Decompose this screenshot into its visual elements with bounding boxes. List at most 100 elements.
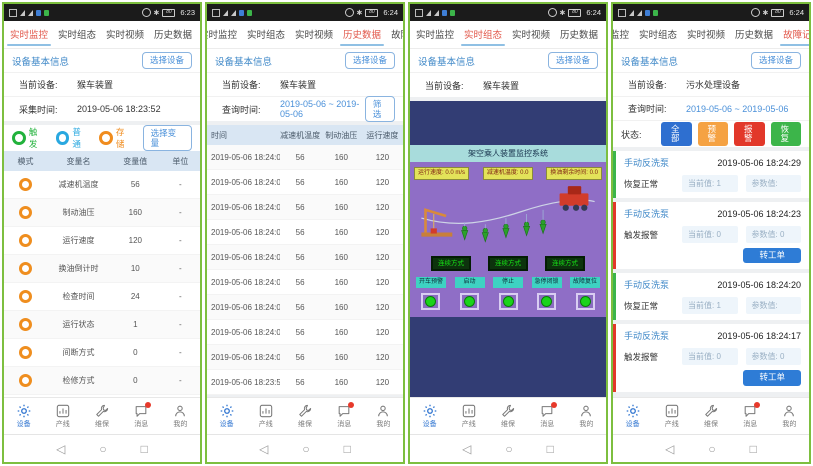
nav-profile[interactable]: 我的 [567,404,606,429]
fault-record-card[interactable]: 手动反洗泵 2019-05-06 18:24:29 恢复正常 当前值: 1 参数… [613,151,809,198]
table-row[interactable]: 2019-05-06 18:24:0256160120 [207,295,403,320]
wrench-icon [501,404,515,418]
tab-realtime-video[interactable]: 实时视频 [106,21,144,49]
device-info-card: 设备基本信息 选择设备 当前设备: 猴车装置 查询时间: 2019-05-06 … [207,49,403,121]
home-button[interactable]: ○ [302,442,309,456]
table-row[interactable]: 运行速度120- [4,227,200,255]
table-row[interactable]: 2019-05-06 18:24:0456160120 [207,245,403,270]
tab-realtime-video[interactable]: 实时视频 [512,21,550,49]
create-work-order-button[interactable]: 转工单 [743,370,801,385]
recents-button[interactable]: □ [344,442,351,456]
nav-messages[interactable]: 消息 [122,404,161,429]
table-row[interactable]: 2019-05-06 18:24:0556160120 [207,220,403,245]
table-row[interactable]: 2019-05-06 18:23:5956160120 [207,370,403,395]
nav-maintenance[interactable]: 维保 [488,404,527,429]
tab-realtime-config[interactable]: 实时组态 [58,21,96,49]
nav-production-line[interactable]: 产线 [449,404,488,429]
filter-button[interactable]: 筛选 [365,96,395,122]
query-range[interactable]: 2019-05-06 ~ 2019-05-06 [686,104,788,114]
table-row[interactable]: 检修方式0- [4,367,200,395]
tab-history-data[interactable]: 历史数据 [154,21,192,49]
tab-realtime-monitor[interactable]: 实时监控 [10,21,48,49]
filter-alarm-button[interactable]: 报警 [734,122,765,147]
nav-maintenance[interactable]: 维保 [285,404,324,429]
recents-button[interactable]: □ [141,442,148,456]
table-row[interactable]: 2019-05-06 18:24:0356160120 [207,270,403,295]
nav-maintenance[interactable]: 维保 [82,404,121,429]
nav-production-line[interactable]: 产线 [652,404,691,429]
bar-chart-icon [462,404,476,418]
table-row[interactable]: 2019-05-06 18:24:0156160120 [207,320,403,345]
recents-button[interactable]: □ [547,442,554,456]
nav-device[interactable]: 设备 [410,404,449,429]
home-button[interactable]: ○ [505,442,512,456]
recents-button[interactable]: □ [750,442,757,456]
tab-realtime-monitor[interactable]: 实时监控 [416,21,454,49]
nav-messages[interactable]: 消息 [528,404,567,429]
table-row[interactable]: 2019-05-06 18:24:0756160120 [207,170,403,195]
filter-warning-button[interactable]: 预警 [698,122,729,147]
table-row[interactable]: 减速机温度56- [4,171,200,199]
tab-realtime-video[interactable]: 实时视频 [295,21,333,49]
storage-legend-icon [99,131,113,145]
tab-realtime-config[interactable]: 实时组态 [639,21,677,49]
select-device-button[interactable]: 选择设备 [345,52,395,68]
select-device-button[interactable]: 选择设备 [751,52,801,68]
nav-messages[interactable]: 消息 [325,404,364,429]
tab-history-data[interactable]: 历史数据 [343,21,381,49]
back-button[interactable]: ◁ [259,442,268,456]
tab-fault-record[interactable]: 故障记录 [783,21,809,49]
query-range[interactable]: 2019-05-06 ~ 2019-05-06 [280,99,365,119]
nav-device[interactable]: 设备 [207,404,246,429]
select-device-button[interactable]: 选择设备 [142,52,192,68]
back-button[interactable]: ◁ [462,442,471,456]
nav-production-line[interactable]: 产线 [246,404,285,429]
table-row[interactable]: 检查时间24- [4,283,200,311]
device-label: 当前设备: [425,79,483,92]
indicator-button[interactable] [460,293,479,310]
indicator-button[interactable] [421,293,440,310]
nav-profile[interactable]: 我的 [161,404,200,429]
nav-device[interactable]: 设备 [4,404,43,429]
indicator-button[interactable] [499,293,518,310]
nav-production-line[interactable]: 产线 [43,404,82,429]
tab-realtime-config[interactable]: 实时组态 [464,21,502,49]
indicator-button[interactable] [576,293,595,310]
table-row[interactable]: 2019-05-06 18:24:0856160120 [207,145,403,170]
table-row[interactable]: 2019-05-06 18:24:0056160120 [207,345,403,370]
select-device-button[interactable]: 选择设备 [548,52,598,68]
fault-record-card[interactable]: 手动反洗泵 2019-05-06 18:24:17 触发报警 当前值: 0 参数… [613,324,809,391]
table-row[interactable]: 间断方式0- [4,339,200,367]
nav-messages[interactable]: 消息 [731,404,770,429]
tab-realtime-video[interactable]: 实时视频 [687,21,725,49]
back-button[interactable]: ◁ [56,442,65,456]
device-label: 当前设备: [222,78,280,91]
create-work-order-button[interactable]: 转工单 [743,248,801,263]
table-row[interactable]: 2019-05-06 18:24:0656160120 [207,195,403,220]
tab-fault-record[interactable]: 故障记录 [391,21,403,49]
home-button[interactable]: ○ [708,442,715,456]
tab-realtime-config[interactable]: 实时组态 [247,21,285,49]
filter-all-button[interactable]: 全部 [661,122,692,147]
indicator-button[interactable] [537,293,556,310]
tab-realtime-monitor[interactable]: 实时监控 [207,21,237,49]
home-button[interactable]: ○ [99,442,106,456]
nav-maintenance[interactable]: 维保 [691,404,730,429]
scada-indicator-buttons [414,293,602,310]
back-button[interactable]: ◁ [665,442,674,456]
table-row[interactable]: 制动油压160- [4,199,200,227]
table-row[interactable]: 运行状态1- [4,311,200,339]
nav-profile[interactable]: 我的 [770,404,809,429]
nav-profile[interactable]: 我的 [364,404,403,429]
fault-record-card[interactable]: 手动反洗泵 2019-05-06 18:24:20 恢复正常 当前值: 1 参数… [613,273,809,320]
fault-record-card[interactable]: 手动反洗泵 2019-05-06 18:24:23 触发报警 当前值: 0 参数… [613,202,809,269]
start-warning-label: 开车预警 [416,277,446,288]
sim-card-icon [415,9,423,17]
filter-recover-button[interactable]: 恢复 [771,122,802,147]
table-row[interactable]: 换油倒计时10- [4,255,200,283]
tab-history-data[interactable]: 历史数据 [735,21,773,49]
select-variable-button[interactable]: 选择变量 [143,125,192,151]
tab-history-data[interactable]: 历史数据 [560,21,598,49]
tab-realtime-monitor[interactable]: 实时监控 [613,21,629,49]
nav-device[interactable]: 设备 [613,404,652,429]
